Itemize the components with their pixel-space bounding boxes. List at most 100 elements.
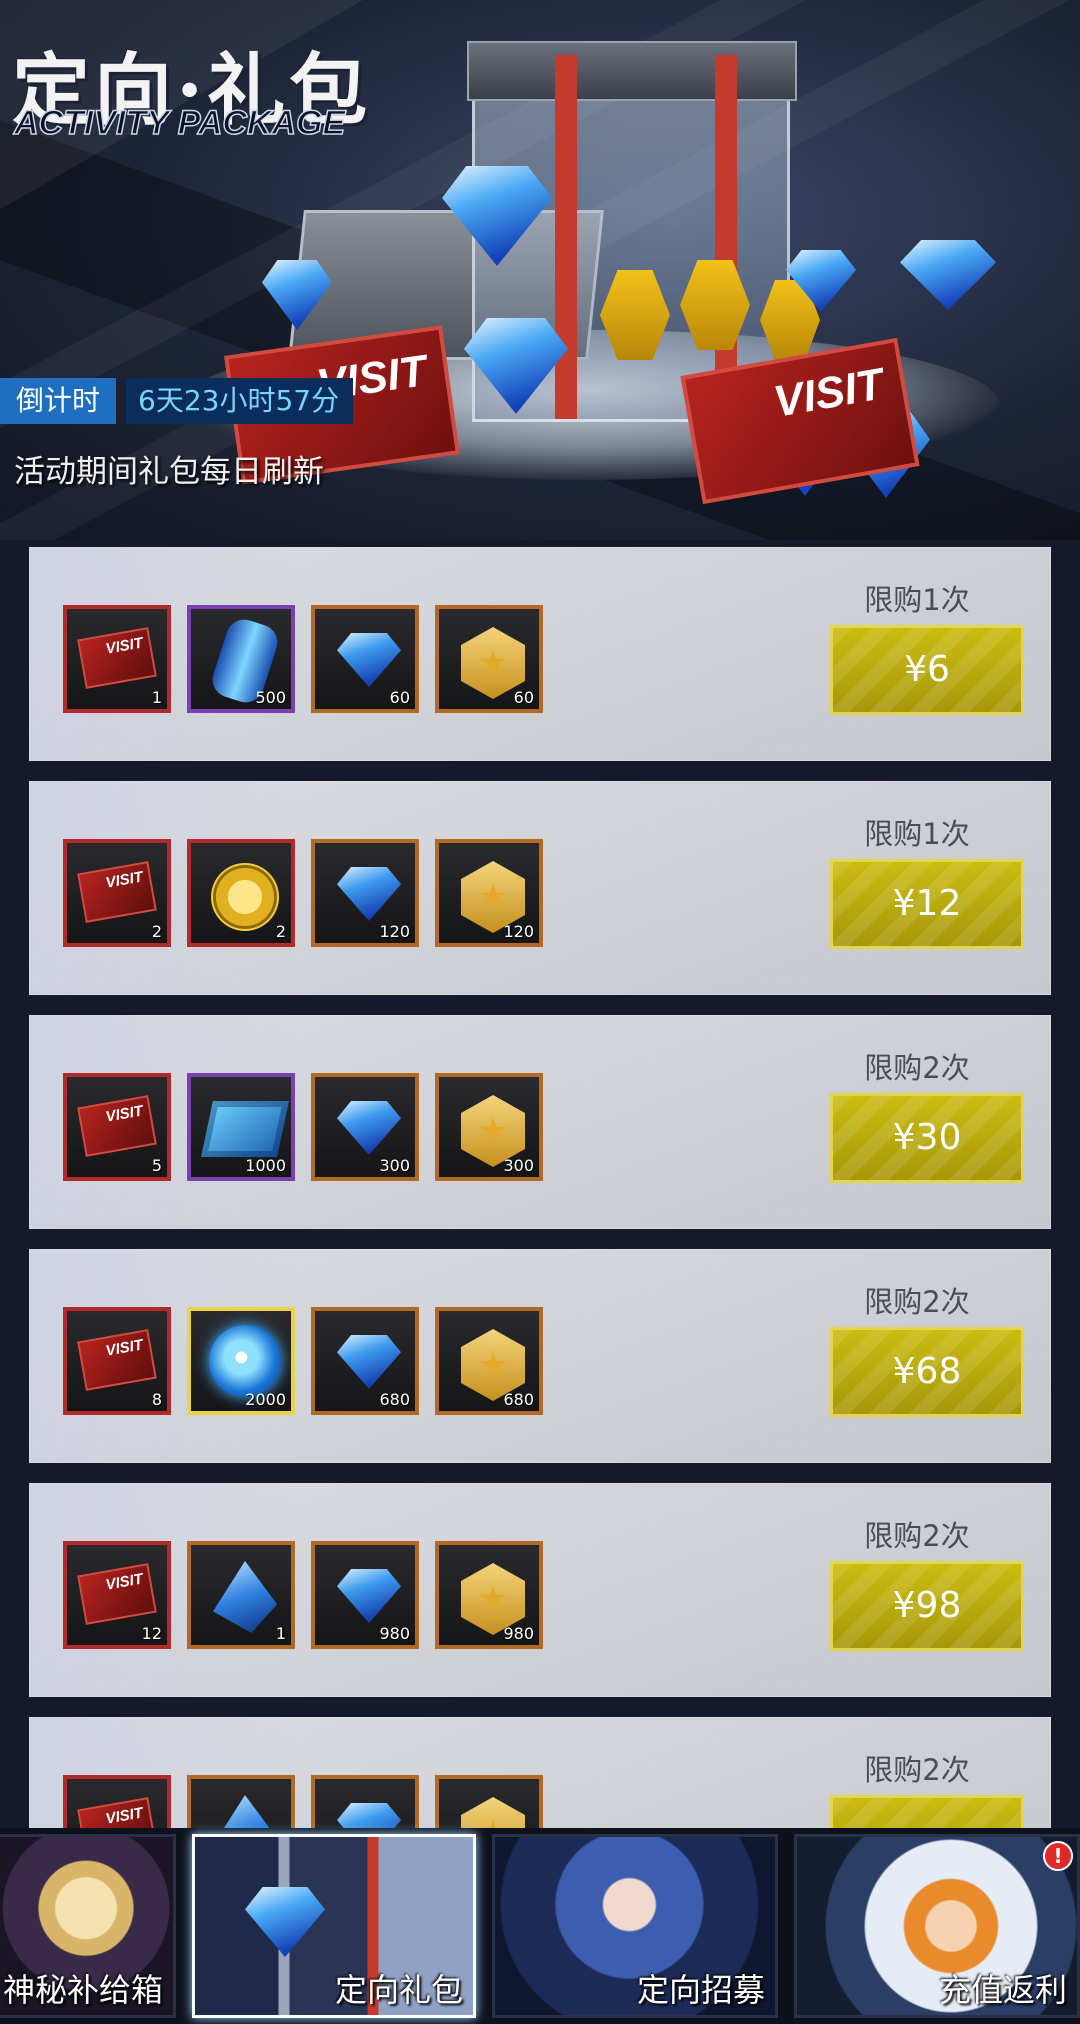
package-card: VISIT5 1000 300 300 限购2次 ¥30 <box>29 1015 1051 1229</box>
item-quantity: 2 <box>275 922 286 941</box>
data-chip-icon <box>201 1101 289 1157</box>
item-quantity: 1 <box>151 688 162 707</box>
visit-ticket-icon: VISIT <box>77 1095 157 1157</box>
reward-item[interactable]: 2000 <box>187 1307 295 1415</box>
reward-item[interactable]: 120 <box>435 839 543 947</box>
visit-ticket-icon: VISIT <box>77 1563 157 1625</box>
buy-button[interactable]: ¥30 <box>830 1093 1024 1183</box>
reward-item[interactable]: 60 <box>435 605 543 713</box>
reward-item[interactable]: VISIT 8 <box>63 1307 171 1415</box>
reward-item[interactable]: VISIT 2 <box>63 839 171 947</box>
diamond-icon <box>337 1335 401 1389</box>
bottom-tab-bar: 神秘补给箱 定向礼包 定向招募 充值返利 ! <box>0 1828 1080 2024</box>
reward-item[interactable]: 1000 <box>187 1073 295 1181</box>
item-quantity: 8 <box>151 1390 162 1409</box>
package-items: VISIT <box>63 1775 543 1830</box>
package-items: VISIT8 2000 680 680 <box>63 1307 543 1415</box>
diamond-icon <box>337 633 401 687</box>
item-quantity: 300 <box>379 1156 410 1175</box>
package-card: VISIT 限购2次 <box>29 1717 1051 1830</box>
purchase-limit: 限购2次 <box>864 1753 970 1787</box>
purchase-limit: 限购2次 <box>864 1519 970 1553</box>
package-card: VISIT1 500 60 60 限购1次 ¥6 <box>29 547 1051 761</box>
item-quantity: 680 <box>503 1390 534 1409</box>
item-quantity: 500 <box>255 688 286 707</box>
package-items: VISIT1 500 60 60 <box>63 605 543 713</box>
countdown-timer: 6天23小时57分 <box>126 378 354 424</box>
reward-item[interactable]: VISIT <box>63 1775 171 1830</box>
item-quantity: 300 <box>503 1156 534 1175</box>
buy-button[interactable] <box>830 1795 1024 1830</box>
reward-item[interactable]: 300 <box>311 1073 419 1181</box>
visit-ticket-icon: VISIT <box>77 1797 157 1830</box>
item-quantity: 680 <box>379 1390 410 1409</box>
item-quantity: 2000 <box>245 1390 286 1409</box>
package-list[interactable]: VISIT1 500 60 60 限购1次 ¥6 VISIT2 2 120 12… <box>29 547 1051 1830</box>
item-quantity: 980 <box>379 1624 410 1643</box>
buy-button[interactable]: ¥98 <box>830 1561 1024 1651</box>
reward-item[interactable] <box>435 1775 543 1830</box>
diamond-icon <box>337 1803 401 1830</box>
reward-item[interactable]: 980 <box>435 1541 543 1649</box>
tab-mystery-supply-box[interactable]: 神秘补给箱 <box>0 1834 176 2018</box>
reward-item[interactable]: 980 <box>311 1541 419 1649</box>
item-quantity: 12 <box>141 1624 162 1643</box>
diamond-icon <box>337 1101 401 1155</box>
page-subtitle: ACTIVITY PACKAGE <box>13 103 346 143</box>
gift-box-lid <box>467 41 797 101</box>
gift-ribbon <box>715 55 737 419</box>
reward-item[interactable]: 680 <box>435 1307 543 1415</box>
buy-button[interactable]: ¥6 <box>830 625 1024 715</box>
tab-directed-recruit[interactable]: 定向招募 <box>492 1834 778 2018</box>
tab-recharge-rebate[interactable]: 充值返利 ! <box>794 1834 1080 2018</box>
item-quantity: 120 <box>379 922 410 941</box>
buy-button[interactable]: ¥68 <box>830 1327 1024 1417</box>
package-card: VISIT2 2 120 120 限购1次 ¥12 <box>29 781 1051 995</box>
item-quantity: 60 <box>513 688 534 707</box>
item-quantity: 1000 <box>245 1156 286 1175</box>
visit-ticket-icon: VISIT <box>77 1329 157 1391</box>
item-quantity: 60 <box>389 688 410 707</box>
reward-item[interactable]: 680 <box>311 1307 419 1415</box>
package-items: VISIT2 2 120 120 <box>63 839 543 947</box>
visit-card-text: VISIT <box>770 359 888 427</box>
reward-item[interactable]: 1 <box>187 1541 295 1649</box>
reward-item[interactable]: VISIT 5 <box>63 1073 171 1181</box>
crystal-shard-icon <box>213 1561 277 1633</box>
item-quantity: 5 <box>151 1156 162 1175</box>
purchase-limit: 限购1次 <box>864 817 970 851</box>
visit-ticket-icon: VISIT <box>77 861 157 923</box>
reward-item[interactable]: 120 <box>311 839 419 947</box>
purchase-limit: 限购2次 <box>864 1051 970 1085</box>
reward-item[interactable]: 2 <box>187 839 295 947</box>
reward-item[interactable]: VISIT 1 <box>63 605 171 713</box>
diamond-art <box>900 240 996 310</box>
purchase-limit: 限购1次 <box>864 583 970 617</box>
refresh-note: 活动期间礼包每日刷新 <box>14 454 324 490</box>
reward-item[interactable] <box>187 1775 295 1830</box>
reward-item[interactable]: VISIT 12 <box>63 1541 171 1649</box>
tab-label: 充值返利 <box>938 1971 1067 2009</box>
package-card: VISIT8 2000 680 680 限购2次 ¥68 <box>29 1249 1051 1463</box>
countdown-label: 倒计时 <box>0 378 117 424</box>
energy-orb-icon <box>209 1325 281 1397</box>
reward-item[interactable]: 300 <box>435 1073 543 1181</box>
reward-item[interactable]: 500 <box>187 605 295 713</box>
alert-badge: ! <box>1043 1841 1073 1871</box>
reward-item[interactable]: 60 <box>311 605 419 713</box>
item-quantity: 980 <box>503 1624 534 1643</box>
package-items: VISIT5 1000 300 300 <box>63 1073 543 1181</box>
gold-hex-coin-icon <box>461 1797 525 1830</box>
buy-button[interactable]: ¥12 <box>830 859 1024 949</box>
tab-directed-package[interactable]: 定向礼包 <box>192 1834 476 2018</box>
item-quantity: 120 <box>503 922 534 941</box>
tab-label: 定向礼包 <box>334 1971 463 2009</box>
item-quantity: 2 <box>151 922 162 941</box>
package-card: VISIT12 1 980 980 限购2次 ¥98 <box>29 1483 1051 1697</box>
tab-label: 神秘补给箱 <box>2 1971 163 2009</box>
diamond-icon <box>337 867 401 921</box>
purchase-limit: 限购2次 <box>864 1285 970 1319</box>
reward-item[interactable] <box>311 1775 419 1830</box>
item-quantity: 1 <box>275 1624 286 1643</box>
tab-label: 定向招募 <box>636 1971 765 2009</box>
